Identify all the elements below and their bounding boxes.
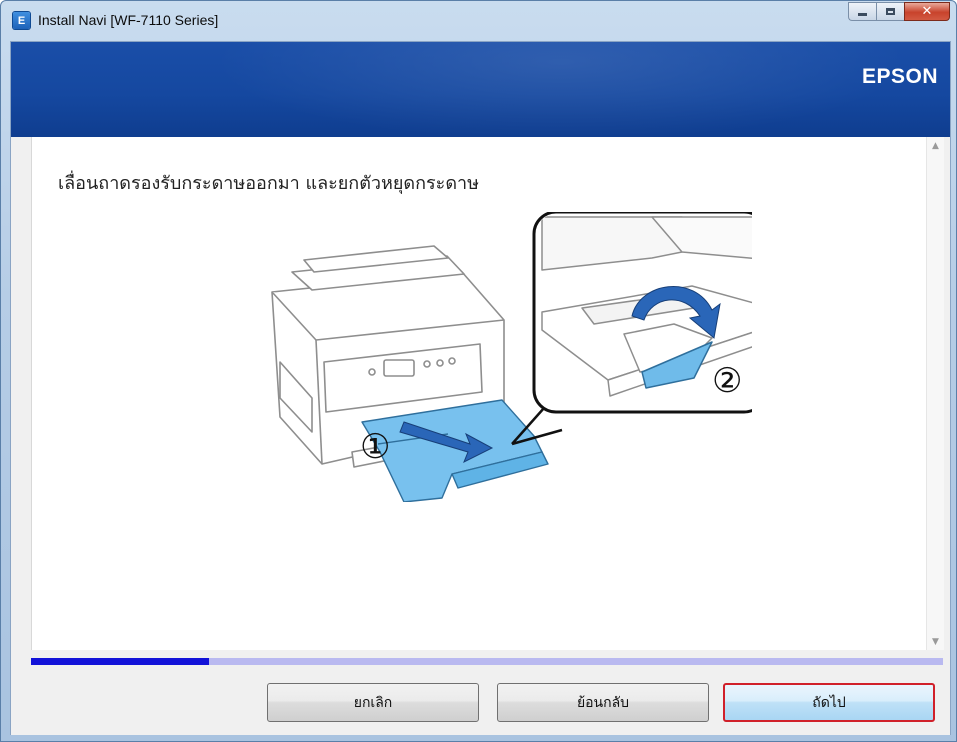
maximize-button[interactable] <box>876 2 904 21</box>
window-controls: ✕ <box>848 2 950 21</box>
maximize-icon <box>886 8 895 15</box>
progress-fill <box>31 658 209 665</box>
scroll-up-icon[interactable]: ▲ <box>927 137 944 154</box>
epson-app-icon: E <box>13 12 30 29</box>
scroll-down-icon[interactable]: ▼ <box>927 633 944 650</box>
installer-window: E Install Navi [WF-7110 Series] ✕ EPSON … <box>0 0 957 742</box>
step-1-marker: ① <box>360 427 390 467</box>
epson-logo: EPSON <box>861 65 938 88</box>
content-panel: เลื่อนถาดรองรับกระดาษออกมา และยกตัวหยุดก… <box>31 137 944 650</box>
zoom-callout: ② <box>532 212 752 414</box>
instruction-text: เลื่อนถาดรองรับกระดาษออกมา และยกตัวหยุดก… <box>58 173 480 194</box>
window-title: Install Navi [WF-7110 Series] <box>38 12 219 28</box>
next-button[interactable]: ถัดไป <box>723 683 935 722</box>
close-icon: ✕ <box>921 4 933 19</box>
header-banner: EPSON <box>11 42 950 137</box>
progress-bar <box>31 658 943 665</box>
close-button[interactable]: ✕ <box>904 2 950 21</box>
back-button[interactable]: ย้อนกลับ <box>497 683 709 722</box>
step-2-marker: ② <box>712 361 742 401</box>
printer-tray-illustration: ① ② <box>271 212 752 502</box>
title-bar[interactable]: E Install Navi [WF-7110 Series] ✕ <box>1 1 956 41</box>
minimize-icon <box>858 12 867 16</box>
vertical-scrollbar[interactable]: ▲ ▼ <box>926 137 944 650</box>
button-bar: ยกเลิก ย้อนกลับ ถัดไป <box>11 669 950 735</box>
client-area: EPSON เลื่อนถาดรองรับกระดาษออกมา และยกตั… <box>10 41 951 735</box>
minimize-button[interactable] <box>848 2 876 21</box>
cancel-button[interactable]: ยกเลิก <box>267 683 479 722</box>
